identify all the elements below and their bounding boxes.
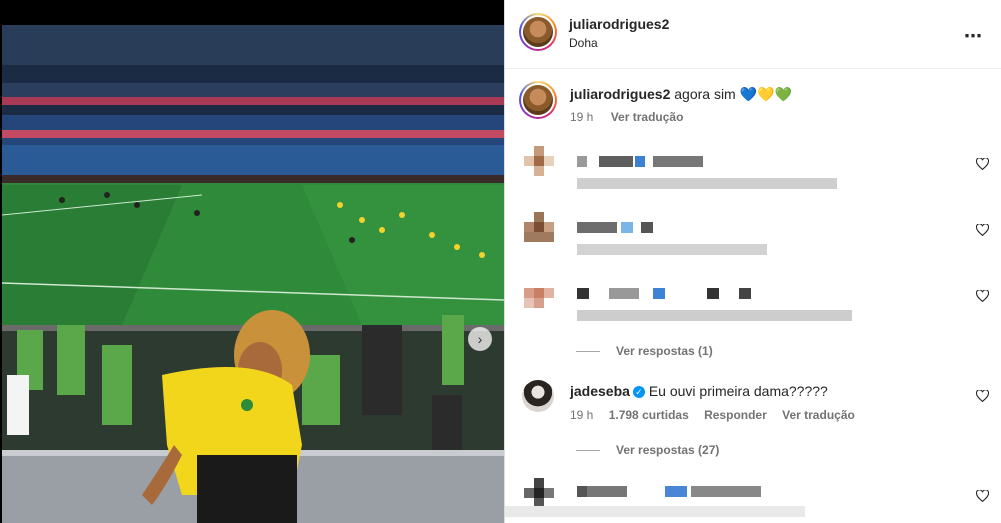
author-avatar[interactable] — [519, 13, 557, 51]
author-username[interactable]: juliarodrigues2 — [569, 16, 669, 32]
caption-avatar[interactable] — [519, 81, 557, 119]
caption-translate-link[interactable]: Ver tradução — [611, 110, 684, 124]
like-heart-icon[interactable] — [976, 224, 989, 236]
blurred-avatar — [524, 212, 554, 242]
instagram-post-view: › juliarodrigues2 Doha ⋯ juliarodrigues2… — [0, 0, 1001, 523]
view-replies-link[interactable]: Ver respostas (27) — [576, 443, 719, 457]
post-side-panel: juliarodrigues2 Doha ⋯ juliarodrigues2 a… — [504, 0, 1001, 523]
comment-text-row: jadeseba ✓ Eu ouvi primeira dama????? — [570, 383, 828, 399]
commenter-avatar[interactable] — [522, 380, 554, 412]
caption-text-row: juliarodrigues2 agora sim 💙💛💚 — [570, 86, 792, 103]
blurred-text — [577, 222, 617, 233]
comment-meta: 19 h 1.798 curtidas Responder Ver traduç… — [570, 408, 855, 422]
like-heart-icon[interactable] — [976, 290, 989, 302]
comment-body: Eu ouvi primeira dama????? — [648, 383, 828, 399]
carousel-next-button[interactable]: › — [468, 327, 492, 351]
post-location[interactable]: Doha — [569, 36, 598, 50]
blurred-avatar — [524, 146, 554, 176]
caption-time[interactable]: 19 h — [570, 110, 593, 124]
blurred-avatar — [524, 478, 554, 508]
like-heart-icon[interactable] — [976, 390, 989, 402]
reply-button[interactable]: Responder — [704, 408, 767, 422]
comment-likes[interactable]: 1.798 curtidas — [609, 408, 689, 422]
blurred-text — [577, 156, 587, 167]
more-options-icon[interactable]: ⋯ — [964, 26, 983, 47]
like-heart-icon[interactable] — [976, 158, 989, 170]
like-heart-icon[interactable] — [976, 490, 989, 502]
translate-link[interactable]: Ver tradução — [782, 408, 855, 422]
blurred-text — [577, 288, 589, 299]
post-media[interactable]: › — [0, 0, 504, 523]
caption-meta: 19 h Ver tradução — [570, 110, 683, 124]
comment-author[interactable]: jadeseba — [570, 383, 630, 399]
caption-body: agora sim 💙💛💚 — [674, 86, 792, 102]
verified-badge-icon: ✓ — [632, 386, 645, 399]
view-replies-link[interactable]: Ver respostas (1) — [576, 344, 713, 358]
post-header: juliarodrigues2 Doha ⋯ — [505, 0, 1001, 69]
comment-time[interactable]: 19 h — [570, 408, 593, 422]
stadium-photo — [2, 25, 504, 523]
caption-author[interactable]: juliarodrigues2 — [570, 86, 670, 102]
media-top-bar — [0, 0, 504, 25]
blurred-avatar — [524, 278, 554, 308]
